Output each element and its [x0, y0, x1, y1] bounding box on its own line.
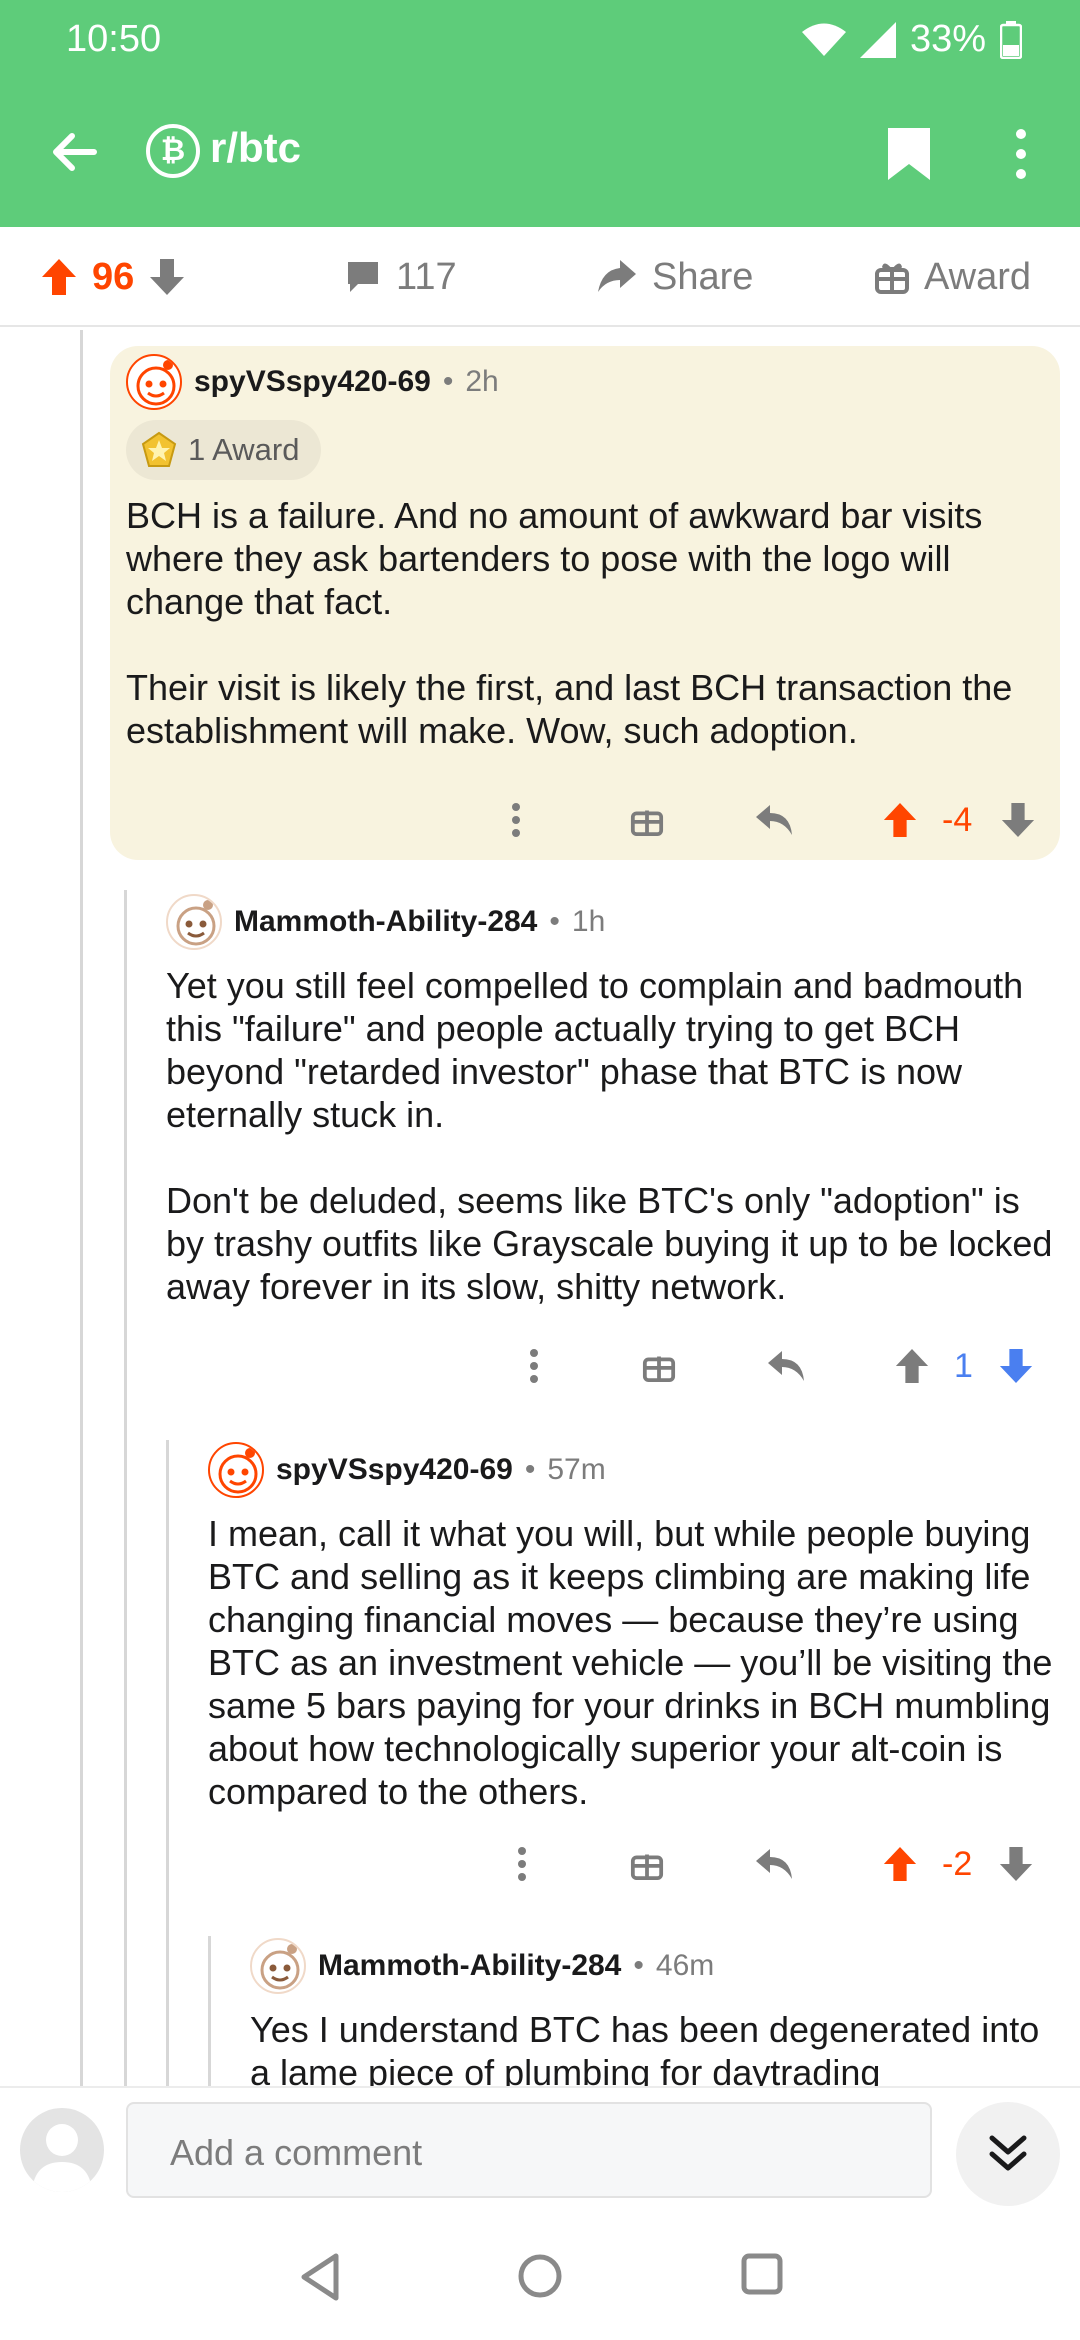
- more-options-icon[interactable]: [510, 802, 522, 838]
- comment-meta: Mammoth-Ability-284 • 1h: [166, 892, 1066, 952]
- more-options-icon[interactable]: [1006, 126, 1036, 182]
- signal-icon: [859, 21, 896, 58]
- reply-icon[interactable]: [754, 1847, 794, 1881]
- bookmark-icon[interactable]: [884, 126, 934, 182]
- upvote-arrow-icon[interactable]: [894, 1347, 930, 1385]
- next-comment-button[interactable]: [956, 2102, 1060, 2206]
- comment-author[interactable]: Mammoth-Ability-284: [234, 905, 537, 939]
- comment-score: -4: [942, 800, 973, 839]
- comment-age: 46m: [655, 1949, 715, 1982]
- comment-body: Yes I understand BTC has been degenerate…: [250, 2008, 1066, 2086]
- more-options-icon[interactable]: [528, 1348, 540, 1384]
- comment-count: 117: [396, 255, 457, 298]
- wifi-icon: [801, 23, 846, 56]
- double-chevron-down-icon: [989, 2135, 1027, 2171]
- comment-score: -2: [942, 1844, 973, 1883]
- upvote-arrow-icon[interactable]: [882, 1845, 918, 1883]
- comment-meta: spyVSspy420-69 • 57m: [208, 1440, 1068, 1500]
- comment-paragraph: Yet you still feel compelled to complain…: [166, 965, 1024, 1135]
- subreddit-icon[interactable]: ₿: [146, 124, 200, 178]
- comment-meta: spyVSspy420-69 • 2h: [126, 352, 1046, 412]
- comment-meta: Mammoth-Ability-284 • 46m: [250, 1936, 1070, 1996]
- award-badge[interactable]: 1 Award: [126, 420, 322, 480]
- comment: spyVSspy420-69 • 2h 1 Award BCH is a fai…: [110, 346, 1060, 860]
- downvote-arrow-icon[interactable]: [998, 1845, 1034, 1883]
- share-label: Share: [652, 255, 754, 298]
- comment: Mammoth-Ability-284 • 1h Yet you still f…: [166, 892, 1066, 1372]
- comment-paragraph: I mean, call it what you will, but while…: [208, 1513, 1053, 1812]
- system-nav-bar: [0, 2216, 1080, 2340]
- comment-score: 1: [954, 1346, 973, 1385]
- upvote-arrow-icon[interactable]: [40, 257, 78, 297]
- comment-actions: -2: [0, 1834, 1080, 1894]
- share-arrow-icon: [598, 260, 636, 292]
- gift-icon: [875, 263, 909, 294]
- comment-actions: -4: [110, 790, 1060, 850]
- comment-body: Yet you still feel compelled to complain…: [166, 964, 1062, 1308]
- post-score: 96: [92, 255, 135, 298]
- gift-icon[interactable]: [630, 1847, 664, 1881]
- upvote-arrow-icon[interactable]: [882, 801, 918, 839]
- separator-dot: •: [442, 365, 454, 398]
- battery-percent: 33%: [909, 18, 986, 60]
- subreddit-name[interactable]: r/btc: [210, 124, 301, 172]
- comment-author[interactable]: spyVSspy420-69: [194, 365, 431, 399]
- separator-dot: •: [549, 905, 560, 938]
- status-time: 10:50: [66, 18, 162, 60]
- comment-actions: 1: [0, 1336, 1080, 1396]
- award-count: 1 Award: [188, 432, 300, 467]
- more-options-icon[interactable]: [516, 1846, 528, 1882]
- downvote-arrow-icon[interactable]: [148, 257, 186, 297]
- downvote-arrow-icon[interactable]: [998, 1347, 1034, 1385]
- gift-icon[interactable]: [630, 803, 664, 837]
- nav-home-icon[interactable]: [516, 2252, 564, 2300]
- thread-line: [208, 1936, 211, 2086]
- avatar[interactable]: [126, 354, 182, 410]
- comment-age: 57m: [547, 1453, 606, 1486]
- nav-recents-icon[interactable]: [740, 2252, 784, 2296]
- separator-dot: •: [524, 1453, 536, 1486]
- add-comment-input[interactable]: Add a comment: [126, 2102, 932, 2198]
- comment: spyVSspy420-69 • 57m I mean, call it wha…: [208, 1440, 1068, 1820]
- comment-paragraph: Their visit is likely the first, and las…: [126, 667, 1013, 751]
- nav-back-icon[interactable]: [298, 2252, 342, 2302]
- award-label: Award: [924, 255, 1032, 298]
- thread-line: [80, 330, 83, 2086]
- comments-button[interactable]: 117: [344, 227, 457, 327]
- share-button[interactable]: Share: [596, 227, 753, 327]
- reply-icon[interactable]: [754, 803, 794, 837]
- comment-author[interactable]: spyVSspy420-69: [276, 1453, 513, 1487]
- award-button[interactable]: Award: [874, 227, 1031, 327]
- gift-icon[interactable]: [642, 1349, 676, 1383]
- avatar[interactable]: [250, 1938, 306, 1994]
- comment-age: 2h: [465, 365, 499, 398]
- comment-paragraph: Don't be deluded, seems like BTC's only …: [166, 1180, 1053, 1307]
- comment-paragraph: Yes I understand BTC has been degenerate…: [250, 2009, 1040, 2086]
- post-action-bar: 96 117 Share Award: [0, 227, 1080, 327]
- comment-paragraph: BCH is a failure. And no amount of awkwa…: [126, 495, 983, 622]
- post-vote: 96: [40, 227, 186, 327]
- status-bar: 10:50 33%: [0, 0, 1080, 80]
- award-medal-icon: [141, 431, 177, 467]
- downvote-arrow-icon[interactable]: [1000, 801, 1036, 839]
- thread-line: [124, 890, 127, 2086]
- status-icons: 33%: [801, 18, 1022, 61]
- avatar[interactable]: [166, 894, 222, 950]
- comment-author[interactable]: Mammoth-Ability-284: [318, 1949, 621, 1983]
- comment-body: BCH is a failure. And no amount of awkwa…: [126, 494, 1046, 752]
- comment-body: I mean, call it what you will, but while…: [208, 1512, 1064, 1813]
- reply-icon[interactable]: [766, 1349, 806, 1383]
- avatar[interactable]: [208, 1442, 264, 1498]
- comment-age: 1h: [571, 905, 606, 938]
- separator-dot: •: [633, 1949, 644, 1982]
- toolbar: ₿ r/btc: [0, 100, 1080, 204]
- comment-composer: Add a comment: [0, 2086, 1080, 2216]
- comment: Mammoth-Ability-284 • 46m Yes I understa…: [250, 1936, 1070, 2086]
- app-header: 10:50 33% ₿ r/btc: [0, 0, 1080, 227]
- user-avatar[interactable]: [20, 2108, 104, 2192]
- battery-icon: [1000, 20, 1022, 59]
- back-arrow-icon[interactable]: [44, 122, 104, 182]
- comment-bubble-icon: [348, 262, 378, 292]
- thread-line: [166, 1440, 169, 2086]
